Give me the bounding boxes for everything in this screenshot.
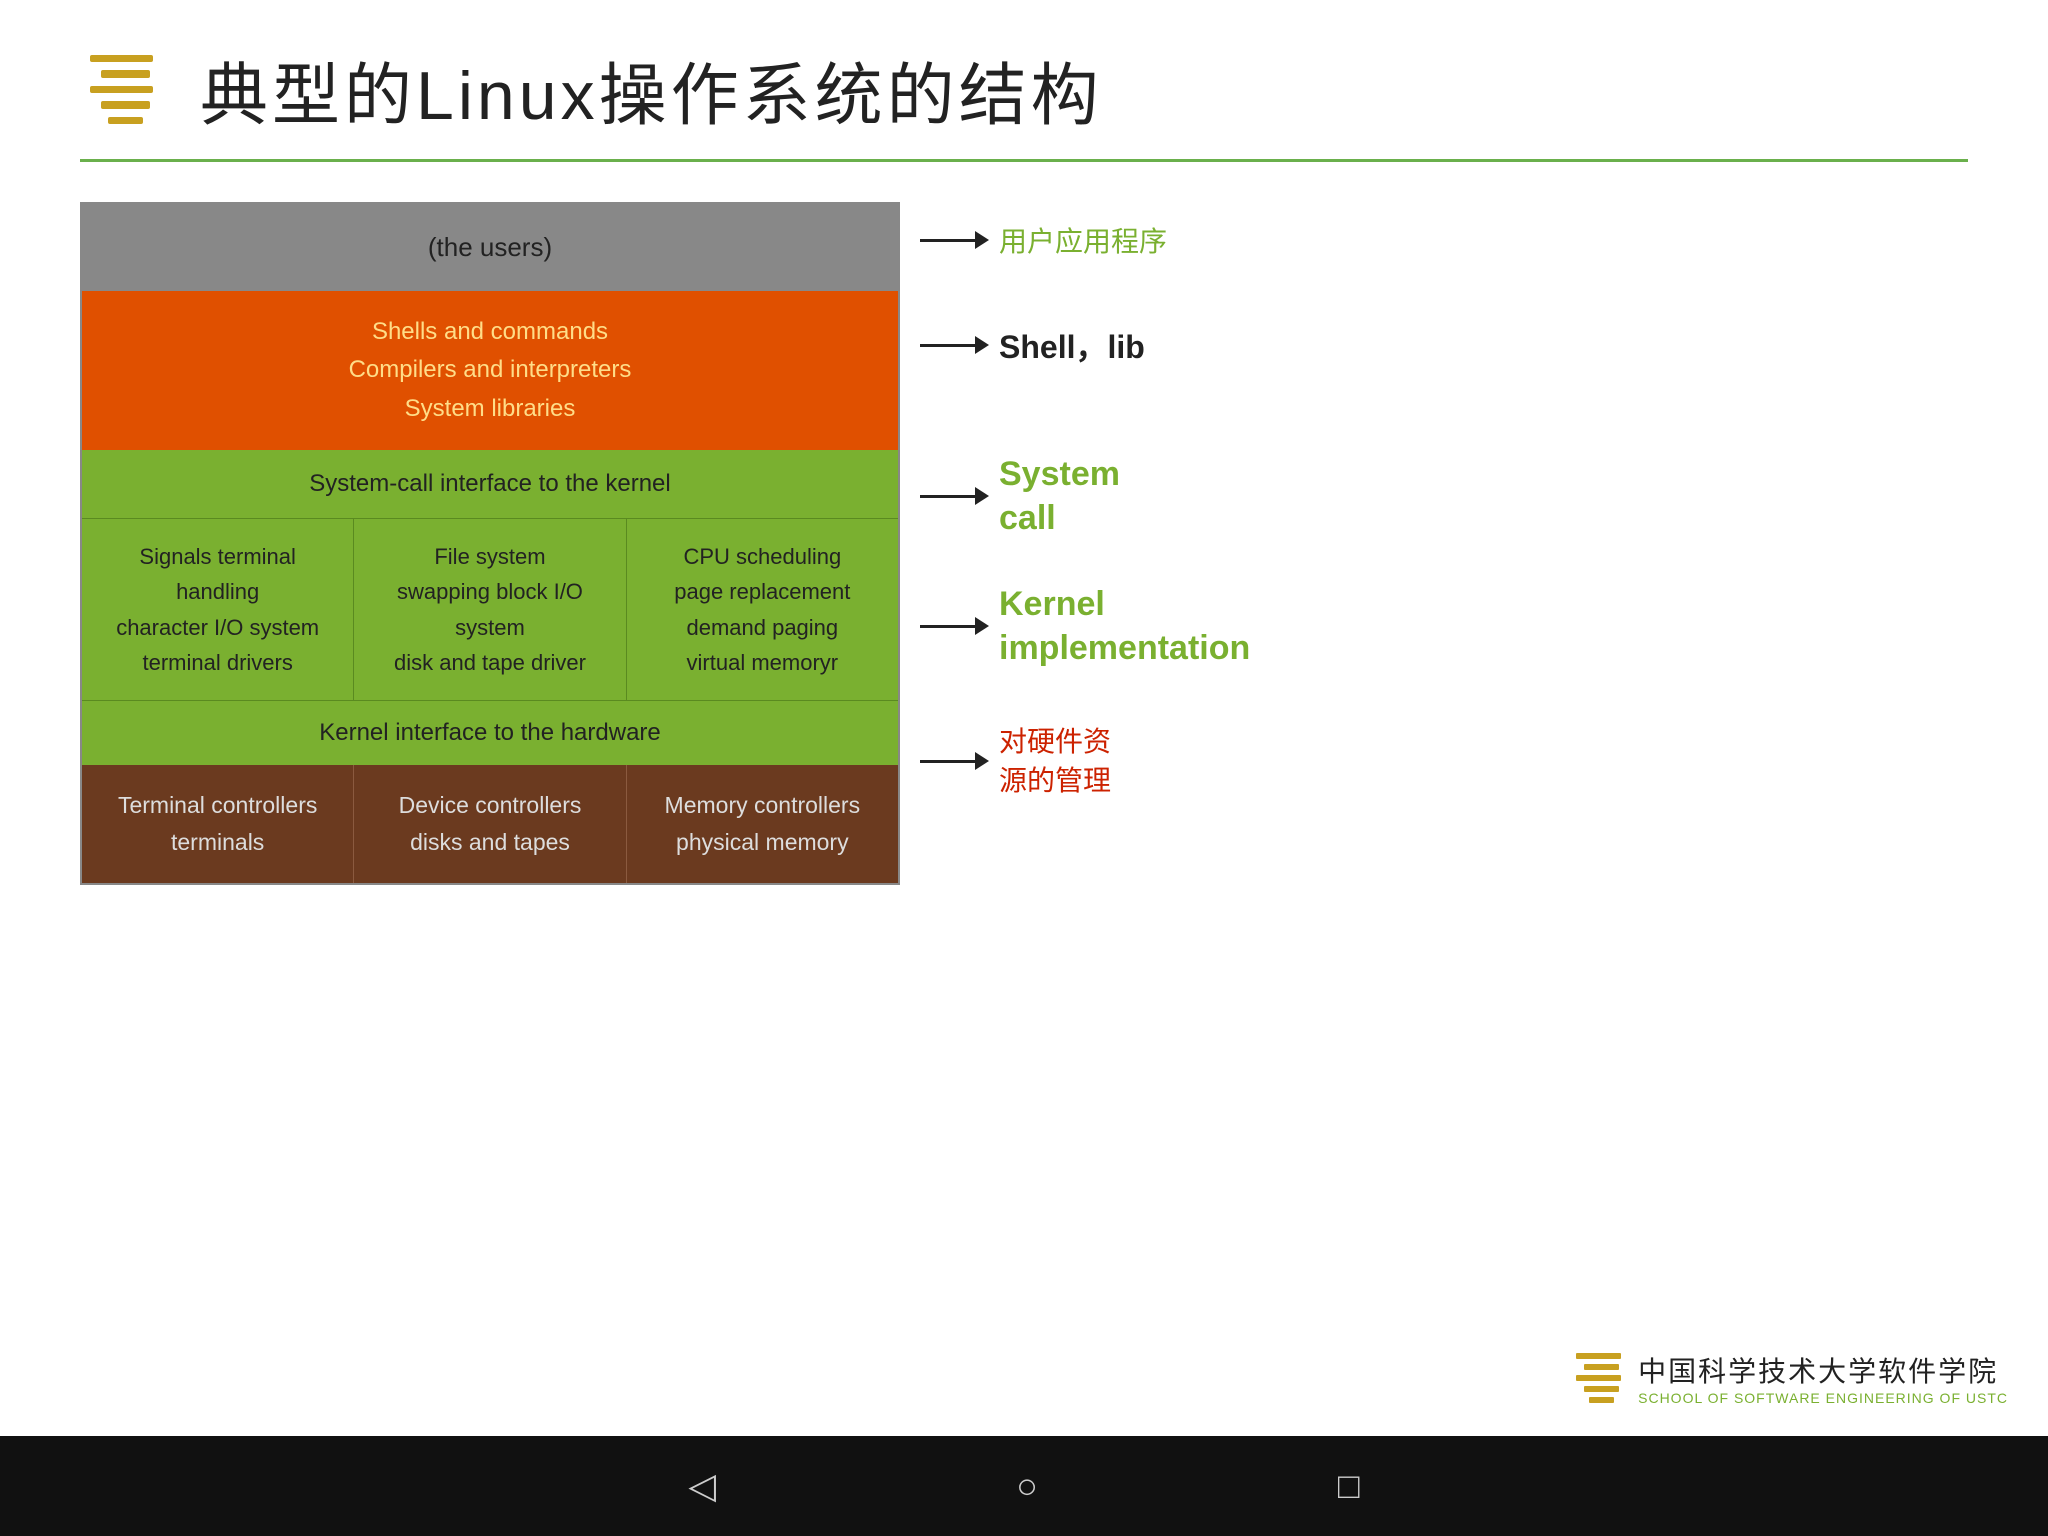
kernel-cell-2-line1: CPU scheduling (642, 539, 883, 574)
kernel-cell-0-line3: character I/O system (97, 610, 338, 645)
slide-title: 典型的Linux操作系统的结构 (200, 40, 1103, 139)
orange-line3: System libraries (102, 390, 878, 428)
kernel-cell-0-line4: terminal drivers (97, 645, 338, 680)
title-divider (80, 159, 1968, 162)
logo-bar-4 (101, 101, 150, 109)
ann-hw-text: 对硬件资 源的管理 (999, 722, 1111, 800)
kernel-cell-2-line2: page replacement (642, 574, 883, 609)
ctrl-cell-0-line1: Terminal controllers (97, 787, 338, 824)
ann-hw: 对硬件资 源的管理 (920, 722, 1111, 800)
ann-users: 用户应用程序 (920, 220, 1167, 260)
ann-kernel-text: Kernel implementation (999, 582, 1250, 670)
kernel-cell-1-line3: system (369, 610, 610, 645)
orange-layer: Shells and commands Compilers and interp… (82, 291, 898, 450)
school-name-en: SCHOOL OF SOFTWARE ENGINEERING OF USTC (1638, 1390, 2008, 1406)
ctrl-cell-1-line2: disks and tapes (369, 824, 610, 861)
hw-interface-label: Kernel interface to the hardware (319, 719, 661, 746)
users-layer: (the users) (82, 204, 898, 291)
school-text: 中国科学技术大学软件学院 SCHOOL OF SOFTWARE ENGINEER… (1638, 1350, 2008, 1406)
school-name-cn: 中国科学技术大学软件学院 (1638, 1350, 2008, 1390)
ann-users-text: 用户应用程序 (999, 220, 1167, 260)
kernel-cell-2: CPU scheduling page replacement demand p… (627, 519, 898, 700)
ann-kernel: Kernel implementation (920, 582, 1250, 670)
users-label: (the users) (428, 232, 552, 262)
ann-syscall: System call (920, 452, 1120, 540)
ctrl-cell-0-line2: terminals (97, 824, 338, 861)
syscall-label: System-call interface to the kernel (309, 470, 671, 497)
ann-shell: Shell，lib (920, 322, 1145, 368)
kernel-cell-1: File system swapping block I/O system di… (354, 519, 626, 700)
ctrl-cell-2: Memory controllers physical memory (627, 765, 898, 883)
school-logo: 中国科学技术大学软件学院 SCHOOL OF SOFTWARE ENGINEER… (1576, 1350, 2008, 1406)
hw-arrow (920, 752, 989, 770)
shell-arrow (920, 336, 989, 354)
kernel-cell-2-line4: virtual memoryr (642, 645, 883, 680)
annotations: 用户应用程序 Shell，lib System call (900, 202, 1968, 822)
logo-bar-1 (90, 55, 153, 63)
ctrl-cell-2-line1: Memory controllers (642, 787, 883, 824)
annotations-container: 用户应用程序 Shell，lib System call (920, 202, 1968, 822)
kernel-cell-2-line3: demand paging (642, 610, 883, 645)
syscall-layer: System-call interface to the kernel (82, 450, 898, 518)
kernel-cell-1-line4: disk and tape driver (369, 645, 610, 680)
ctrl-cell-2-line2: physical memory (642, 824, 883, 861)
logo-icon (80, 45, 170, 135)
slide-area: 典型的Linux操作系统的结构 (the users) Shells and c… (0, 0, 2048, 1436)
nav-back-icon[interactable]: ◁ (688, 1465, 716, 1507)
hw-interface-layer: Kernel interface to the hardware (82, 700, 898, 765)
content-area: (the users) Shells and commands Compiler… (80, 202, 1968, 885)
users-arrow (920, 231, 989, 249)
header: 典型的Linux操作系统的结构 (80, 40, 1968, 139)
school-logo-icon (1576, 1353, 1626, 1403)
nav-recent-icon[interactable]: □ (1338, 1465, 1360, 1507)
controllers-layer: Terminal controllers terminals Device co… (82, 765, 898, 883)
kernel-layer: Signals terminal handling character I/O … (82, 518, 898, 700)
logo-bar-3 (90, 86, 153, 94)
kernel-arrow (920, 617, 989, 635)
ann-syscall-text: System call (999, 452, 1120, 540)
kernel-cell-0: Signals terminal handling character I/O … (82, 519, 354, 700)
orange-line1: Shells and commands (102, 313, 878, 351)
nav-bar: ◁ ○ □ (0, 1436, 2048, 1536)
kernel-cell-0-line2: handling (97, 574, 338, 609)
kernel-cell-1-line2: swapping block I/O (369, 574, 610, 609)
ctrl-cell-0: Terminal controllers terminals (82, 765, 354, 883)
ctrl-cell-1-line1: Device controllers (369, 787, 610, 824)
ann-shell-text: Shell，lib (999, 322, 1145, 368)
syscall-arrow (920, 487, 989, 505)
orange-line2: Compilers and interpreters (102, 351, 878, 389)
ctrl-cell-1: Device controllers disks and tapes (354, 765, 626, 883)
logo-bar-5 (108, 117, 143, 125)
kernel-cell-0-line1: Signals terminal (97, 539, 338, 574)
logo-bar-2 (101, 70, 150, 78)
kernel-cell-1-line1: File system (369, 539, 610, 574)
diagram: (the users) Shells and commands Compiler… (80, 202, 900, 885)
nav-home-icon[interactable]: ○ (1016, 1465, 1038, 1507)
